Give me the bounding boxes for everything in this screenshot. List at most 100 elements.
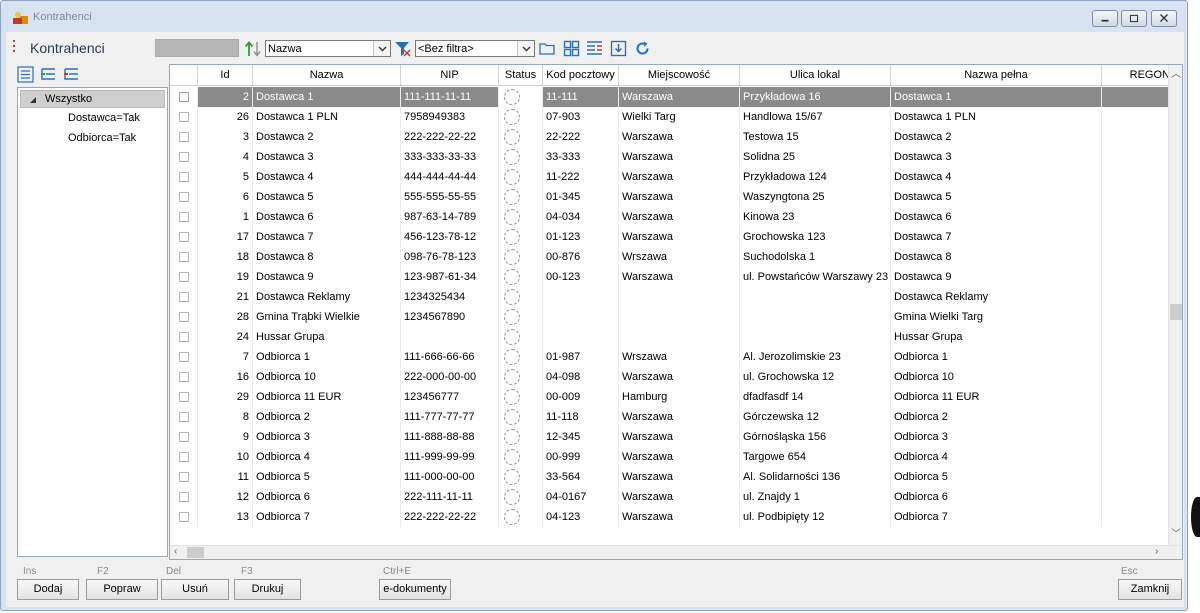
scroll-right-icon[interactable]: ›	[1155, 546, 1158, 558]
table-row[interactable]: 4 Dostawca 3 333-333-33-33 33-333 Warszawa So…	[170, 147, 1170, 167]
row-checkbox[interactable]	[179, 452, 189, 462]
cell-street: Górnośląska 156	[740, 427, 891, 447]
close-button[interactable]	[1151, 10, 1177, 27]
minimize-button[interactable]	[1092, 10, 1118, 27]
add-group-icon[interactable]	[40, 66, 57, 83]
tree-item-customers[interactable]: Odbiorca=Tak	[68, 132, 136, 144]
row-checkbox[interactable]	[179, 512, 189, 522]
grid-view-icon[interactable]	[563, 40, 580, 57]
row-checkbox[interactable]	[179, 212, 189, 222]
tree-item-all[interactable]: Wszystko	[20, 90, 165, 108]
chevron-down-icon[interactable]	[517, 41, 534, 56]
table-row[interactable]: 11 Odbiorca 5 111-000-00-00 33-564 Warszawa A…	[170, 467, 1170, 487]
column-header-status[interactable]: Status	[499, 65, 543, 86]
column-header-full-name[interactable]: Nazwa pełna	[891, 65, 1102, 86]
export-icon[interactable]	[610, 40, 627, 57]
table-row[interactable]: 2 Dostawca 1 111-111-11-11 11-111 Warszawa Pr…	[170, 87, 1170, 107]
cell-postal-code: 04-098	[543, 367, 619, 387]
row-checkbox[interactable]	[179, 412, 189, 422]
row-checkbox[interactable]	[179, 312, 189, 322]
column-header-name[interactable]: Nazwa	[253, 65, 401, 86]
close-window-button[interactable]: Zamknij	[1118, 579, 1182, 600]
row-checkbox[interactable]	[179, 352, 189, 362]
table-row[interactable]: 9 Odbiorca 3 111-888-88-88 12-345 Warszawa Gó…	[170, 427, 1170, 447]
cell-postal-code: 01-345	[543, 187, 619, 207]
row-checkbox[interactable]	[179, 292, 189, 302]
row-checkbox[interactable]	[179, 432, 189, 442]
row-checkbox[interactable]	[179, 132, 189, 142]
edit-button[interactable]: Popraw	[86, 579, 158, 600]
scrollbar-thumb[interactable]	[187, 547, 204, 558]
table-row[interactable]: 28 Gmina Trąbki Wielkie 1234567890 Gmina Wi…	[170, 307, 1170, 327]
table-row[interactable]: 6 Dostawca 5 555-555-55-55 01-345 Warszawa Wa…	[170, 187, 1170, 207]
table-row[interactable]: 13 Odbiorca 7 222-222-22-22 04-123 Warszawa u…	[170, 507, 1170, 527]
row-checkbox[interactable]	[179, 472, 189, 482]
table-row[interactable]: 29 Odbiorca 11 EUR 123456777 00-009 Hamburg d…	[170, 387, 1170, 407]
columns-settings-icon[interactable]	[586, 40, 603, 57]
sort-field-select[interactable]: Nazwa	[265, 40, 391, 57]
row-checkbox[interactable]	[179, 252, 189, 262]
table-row[interactable]: 7 Odbiorca 1 111-666-66-66 01-987 Wrszawa Al.…	[170, 347, 1170, 367]
cell-city: Warszawa	[619, 147, 740, 167]
horizontal-scrollbar[interactable]: ‹ ›	[170, 545, 1182, 559]
row-checkbox[interactable]	[179, 92, 189, 102]
row-checkbox[interactable]	[179, 112, 189, 122]
column-header-postal-code[interactable]: Kod pocztowy	[543, 65, 619, 86]
column-header-regon[interactable]: REGON	[1102, 65, 1170, 86]
table-row[interactable]: 17 Dostawca 7 456-123-78-12 01-123 Warszawa G…	[170, 227, 1170, 247]
search-box[interactable]	[155, 39, 239, 57]
print-button[interactable]: Drukuj	[234, 579, 301, 600]
filter-icon[interactable]	[394, 40, 411, 57]
add-button[interactable]: Dodaj	[17, 579, 79, 600]
row-checkbox[interactable]	[179, 232, 189, 242]
tree-item-suppliers[interactable]: Dostawca=Tak	[68, 112, 140, 124]
scroll-left-icon[interactable]: ‹	[174, 546, 177, 558]
row-checkbox[interactable]	[179, 272, 189, 282]
table-row[interactable]: 21 Dostawca Reklamy 1234325434 Dostawca Rek…	[170, 287, 1170, 307]
chevron-down-icon[interactable]	[373, 41, 390, 56]
vertical-scrollbar[interactable]: ︿ ﹀	[1168, 65, 1182, 545]
cell-nip: 111-000-00-00	[401, 467, 499, 487]
refresh-icon[interactable]	[634, 40, 651, 57]
row-checkbox[interactable]	[179, 332, 189, 342]
cell-id: 18	[198, 247, 253, 267]
row-select-cell	[170, 487, 198, 507]
e-documents-button[interactable]: e-dokumenty	[379, 579, 451, 600]
column-header-nip[interactable]: NIP	[401, 65, 499, 86]
table-row[interactable]: 24 Hussar Grupa Hussar Grupa	[170, 327, 1170, 347]
table-row[interactable]: 1 Dostawca 6 987-63-14-789 04-034 Warszawa Ki…	[170, 207, 1170, 227]
table-row[interactable]: 5 Dostawca 4 444-444-44-44 11-222 Warszawa Pr…	[170, 167, 1170, 187]
folder-icon[interactable]	[539, 40, 556, 57]
table-row[interactable]: 10 Odbiorca 4 111-999-99-99 00-999 Warszawa T…	[170, 447, 1170, 467]
row-checkbox[interactable]	[179, 392, 189, 402]
table-row[interactable]: 19 Dostawca 9 123-987-61-34 00-123 Warszawa u…	[170, 267, 1170, 287]
sort-order-icon[interactable]	[244, 40, 264, 58]
column-header-id[interactable]: Id	[198, 65, 253, 86]
row-checkbox[interactable]	[179, 492, 189, 502]
table-row[interactable]: 3 Dostawca 2 222-222-22-22 22-222 Warszawa Te…	[170, 127, 1170, 147]
row-checkbox[interactable]	[179, 172, 189, 182]
scroll-down-icon[interactable]: ﹀	[1171, 529, 1181, 541]
table-row[interactable]: 18 Dostawca 8 098-76-78-123 00-876 Wrszawa Su…	[170, 247, 1170, 267]
cell-postal-code: 11-118	[543, 407, 619, 427]
row-checkbox[interactable]	[179, 152, 189, 162]
header-checkbox-column[interactable]	[170, 65, 198, 86]
table-row[interactable]: 26 Dostawca 1 PLN 7958949383 07-903 Wielki T…	[170, 107, 1170, 127]
row-checkbox[interactable]	[179, 192, 189, 202]
delete-button[interactable]: Usuń	[161, 579, 229, 600]
filter-select[interactable]: <Bez filtra>	[415, 40, 535, 57]
table-row[interactable]: 16 Odbiorca 10 222-000-00-00 04-098 Warszawa…	[170, 367, 1170, 387]
column-header-city[interactable]: Miejscowość	[619, 65, 740, 86]
column-header-street[interactable]: Ulica lokal	[740, 65, 891, 86]
scroll-up-icon[interactable]: ︿	[1171, 69, 1181, 81]
table-row[interactable]: 8 Odbiorca 2 111-777-77-77 11-118 Warszawa Gó…	[170, 407, 1170, 427]
maximize-button[interactable]	[1121, 10, 1147, 27]
expand-all-icon[interactable]	[17, 66, 34, 83]
cell-city: Warszawa	[619, 367, 740, 387]
remove-group-icon[interactable]	[63, 66, 80, 83]
scrollbar-thumb[interactable]	[1170, 304, 1182, 320]
status-cell	[499, 447, 543, 467]
row-checkbox[interactable]	[179, 372, 189, 382]
table-row[interactable]: 12 Odbiorca 6 222-111-11-11 04-0167 Warszawa…	[170, 487, 1170, 507]
expanded-triangle-icon[interactable]	[29, 96, 37, 104]
